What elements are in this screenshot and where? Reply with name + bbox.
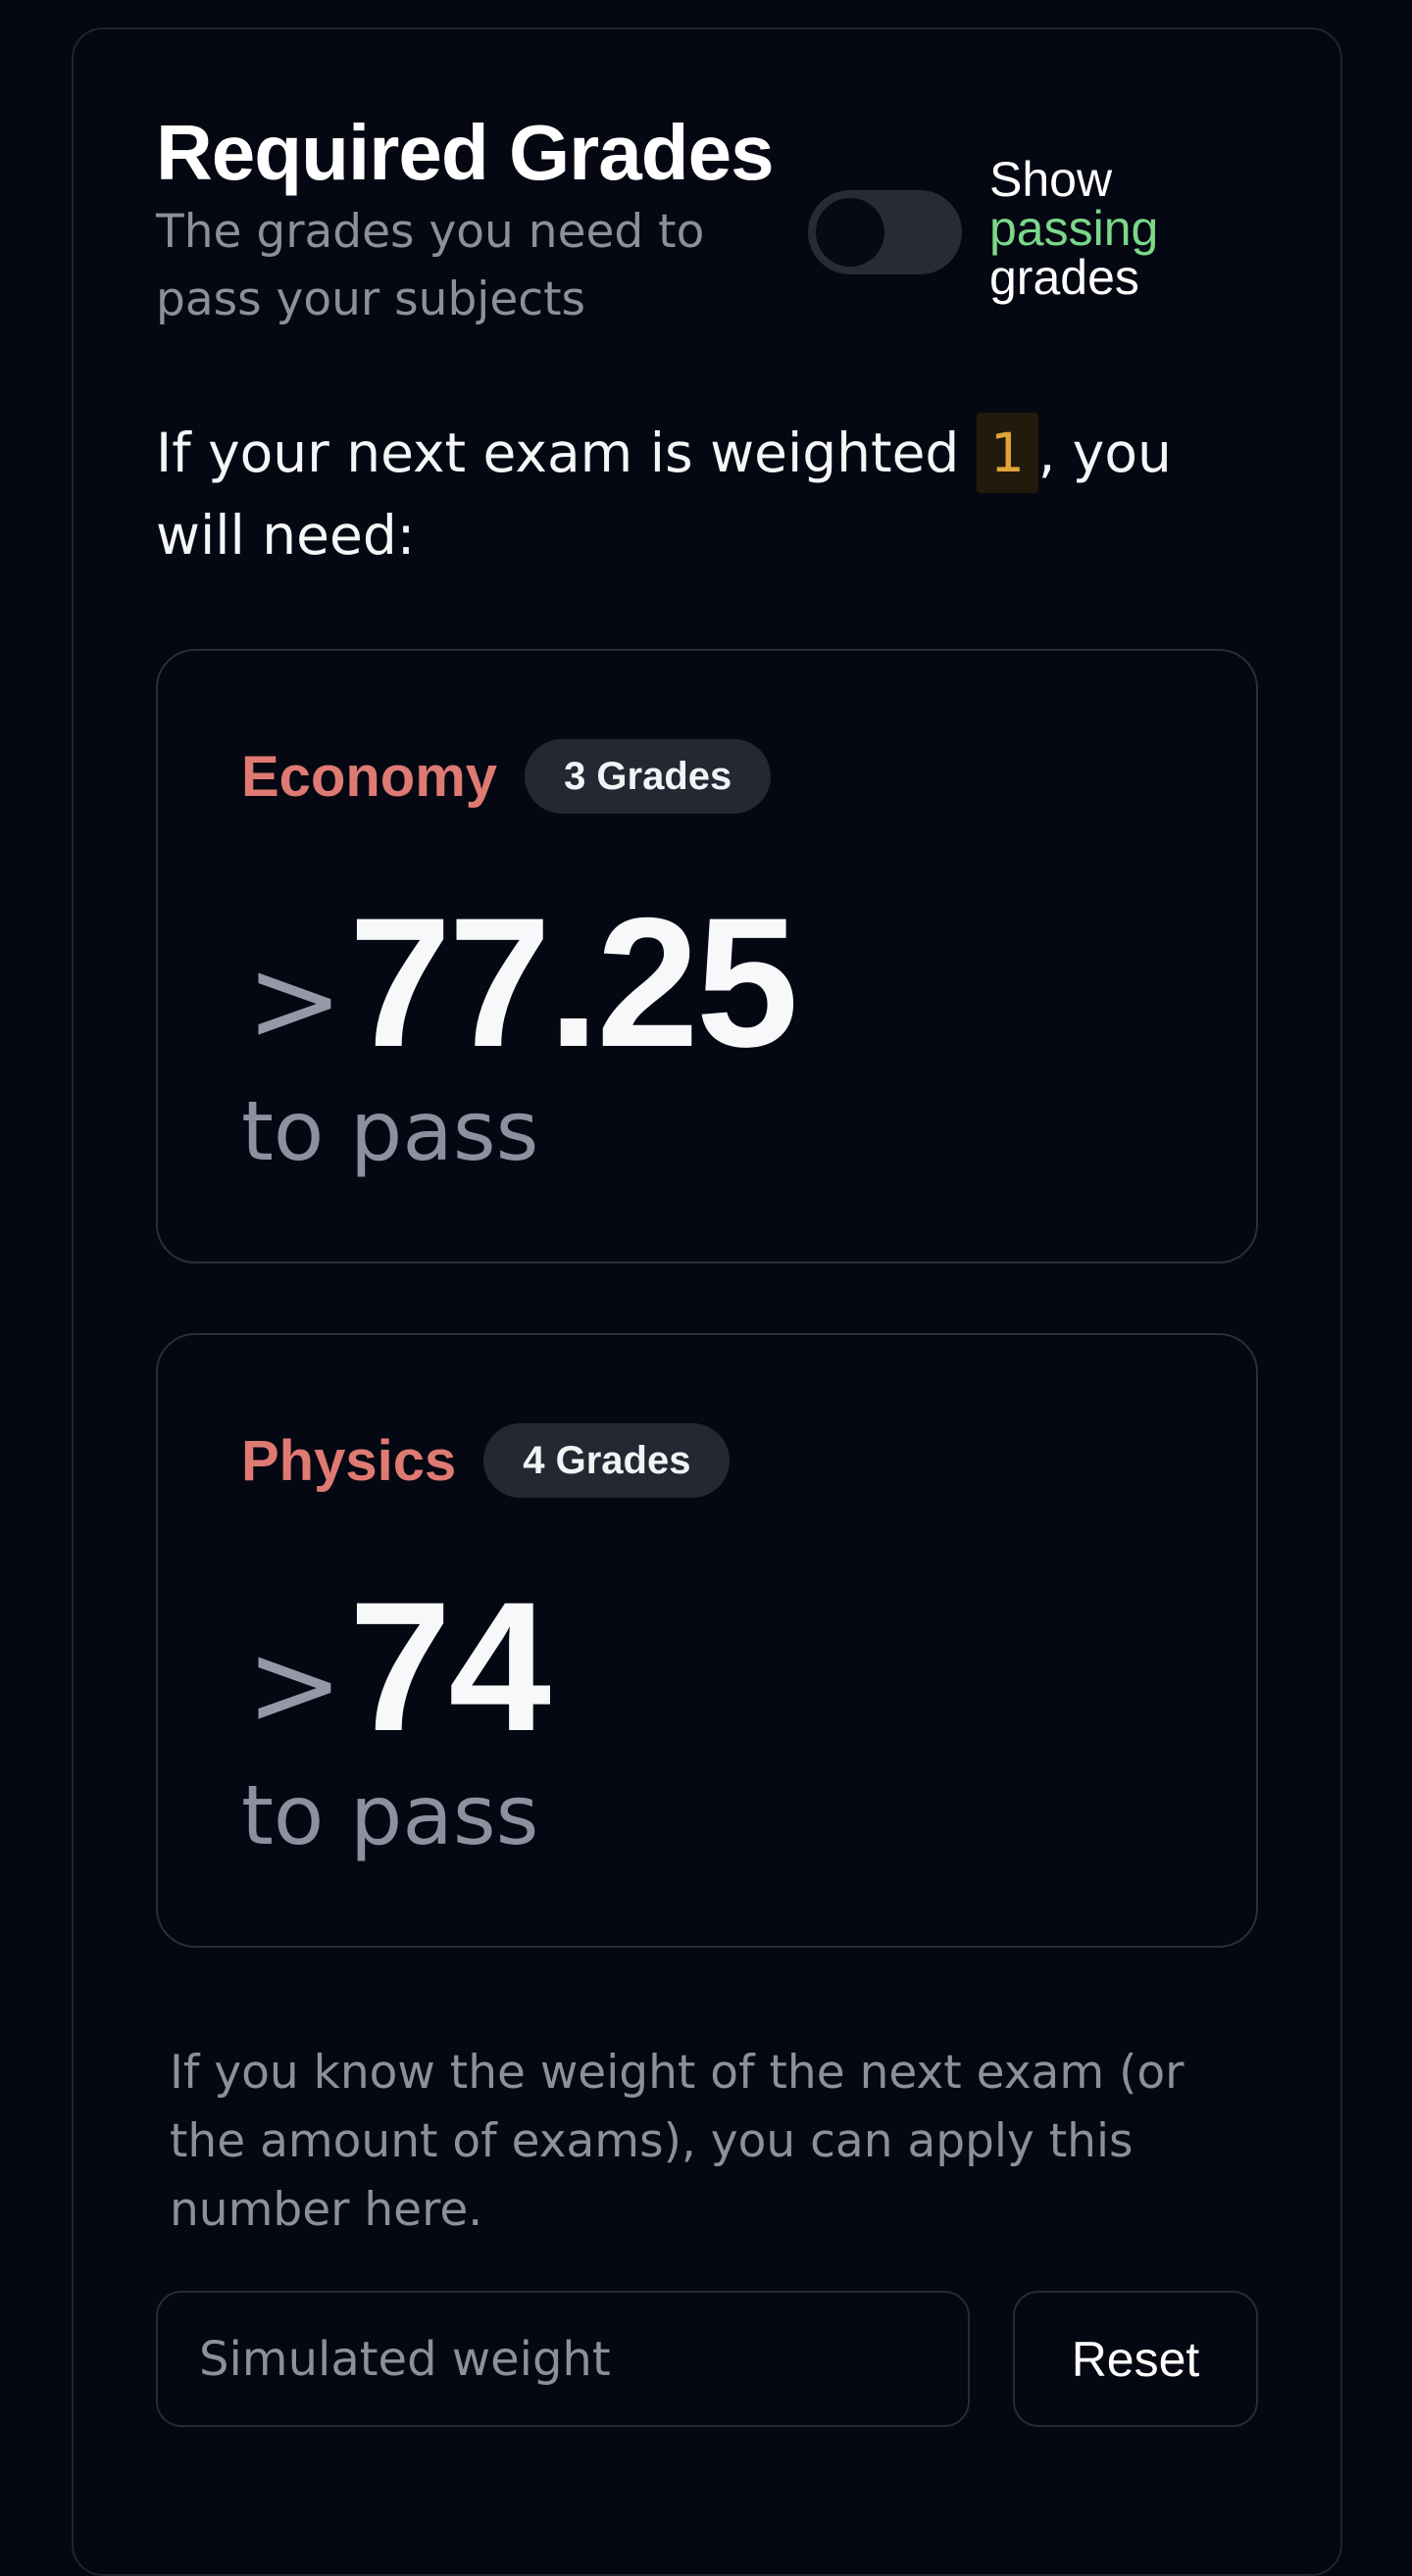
required-grade-row: > 77.25 [246, 879, 798, 1085]
page-subtitle: The grades you need to pass your subject… [156, 205, 705, 326]
grades-count-badge: 3 Grades [525, 739, 772, 814]
weight-sentence-prefix: If your next exam is weighted [156, 421, 977, 484]
weight-hint-text: If you know the weight of the next exam … [170, 2046, 1185, 2237]
toggle-label-grades: grades [989, 250, 1139, 305]
to-pass-caption: to pass [241, 1767, 539, 1863]
to-pass-caption: to pass [241, 1083, 539, 1179]
weight-value-highlight: 1 [976, 413, 1038, 493]
subject-card-economy: Economy 3 Grades > 77.25 to pass [156, 649, 1258, 1263]
required-grade-value: 77.25 [348, 879, 798, 1085]
weight-sentence: If your next exam is weighted 1, you wil… [156, 412, 1274, 576]
toggle-label: Show passing grades [989, 155, 1158, 302]
simulated-weight-input[interactable] [156, 2291, 970, 2427]
toggle-label-show: Show [989, 152, 1113, 207]
subject-header: Economy 3 Grades [241, 739, 772, 814]
required-grade-value: 74 [348, 1563, 551, 1769]
subject-card-physics: Physics 4 Grades > 74 to pass [156, 1333, 1258, 1948]
subject-header: Physics 4 Grades [241, 1423, 731, 1498]
show-passing-grades-toggle[interactable] [808, 190, 962, 274]
toggle-knob [816, 198, 884, 267]
subject-name: Economy [241, 744, 498, 809]
page-title: Required Grades [156, 109, 775, 196]
greater-than-sign: > [246, 1616, 343, 1752]
grades-count-badge: 4 Grades [483, 1423, 731, 1498]
subject-name: Physics [241, 1428, 457, 1493]
required-grade-row: > 74 [246, 1563, 551, 1769]
toggle-label-passing: passing [989, 201, 1159, 256]
greater-than-sign: > [246, 932, 343, 1067]
reset-button[interactable]: Reset [1013, 2291, 1258, 2427]
